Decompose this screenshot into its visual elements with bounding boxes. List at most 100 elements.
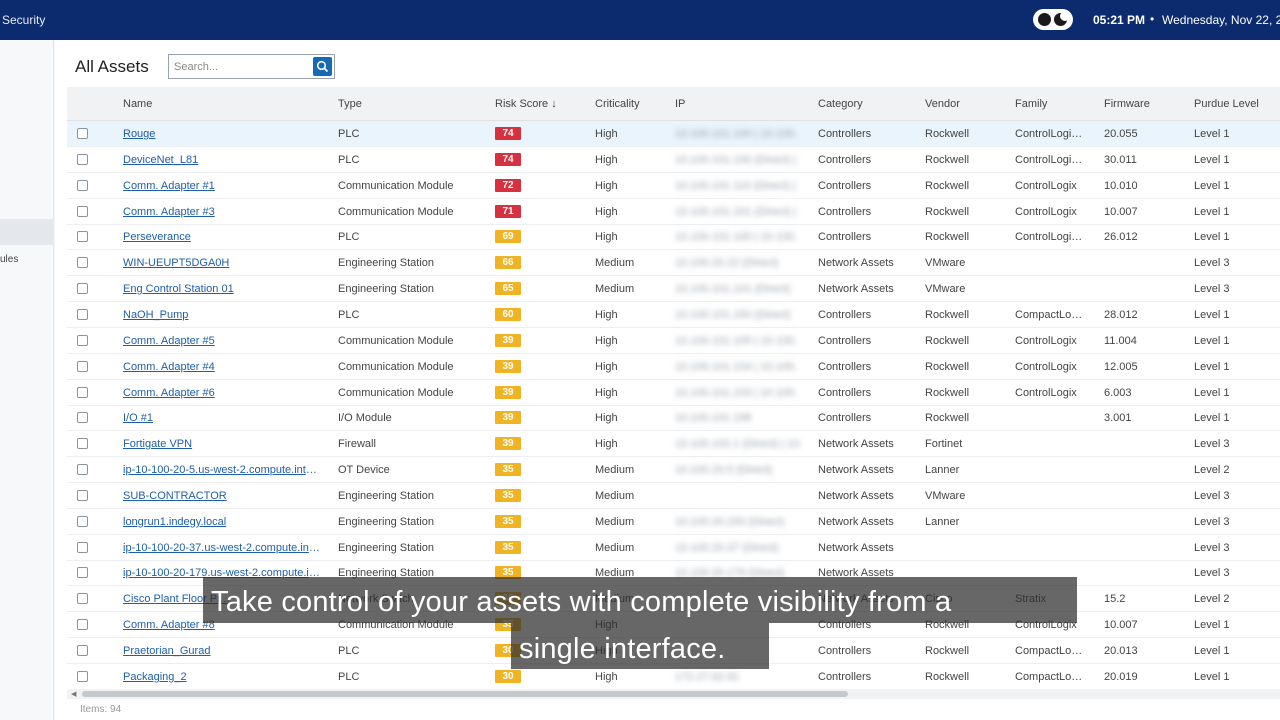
row-checkbox[interactable] <box>77 619 88 631</box>
asset-name-link[interactable]: Cisco Plant Floor Pr... <box>123 593 321 605</box>
column-header-category[interactable]: Category <box>818 98 863 110</box>
row-checkbox[interactable] <box>77 205 88 217</box>
search-button[interactable] <box>313 57 332 76</box>
asset-name-link[interactable]: Fortigate VPN <box>123 438 321 450</box>
row-checkbox[interactable] <box>77 541 88 553</box>
asset-name-link[interactable]: Comm. Adapter #4 <box>123 361 321 373</box>
column-header-risk-score[interactable]: Risk Score ↓ <box>495 98 557 110</box>
row-checkbox[interactable] <box>77 386 88 398</box>
row-checkbox[interactable] <box>77 334 88 346</box>
row-checkbox[interactable] <box>77 593 88 605</box>
table-row[interactable]: Perseverance PLC 69 High 10.100.101.100 | 10… <box>67 224 1280 251</box>
row-checkbox[interactable] <box>77 231 88 243</box>
table-row[interactable]: ip-10-100-20-179.us-west-2.compute.int..… <box>67 560 1280 587</box>
table-row[interactable]: Comm. Adapter #6 Communication Module 39 Hi… <box>67 380 1280 406</box>
row-checkbox[interactable] <box>77 128 88 139</box>
table-row[interactable]: Comm. Adapter #8 Communication Module 35 Hi… <box>67 612 1280 639</box>
theme-toggle[interactable] <box>1033 9 1073 30</box>
asset-name-link[interactable]: Praetorian_Gurad <box>123 645 321 657</box>
row-checkbox[interactable] <box>77 489 88 501</box>
asset-ip: 10.100.101.101 (Direct) <box>675 283 791 296</box>
horizontal-scrollbar[interactable]: ◀ <box>67 689 1280 699</box>
row-checkbox[interactable] <box>77 670 88 682</box>
table-row[interactable]: Cisco Plant Floor Pr... Network Switch 35 M… <box>67 586 1280 613</box>
row-checkbox[interactable] <box>77 308 88 320</box>
asset-type: OT Device <box>338 464 390 477</box>
table-row[interactable]: Comm. Adapter #4 Communication Module 39 Hi… <box>67 354 1280 380</box>
table-row[interactable]: Fortigate VPN Firewall 39 High 10.100.102.1 … <box>67 431 1280 458</box>
asset-name-link[interactable]: SUB-CONTRACTOR <box>123 490 321 502</box>
table-row[interactable]: WIN-UEUPT5DGA0H Engineering Station 66 Medi… <box>67 250 1280 277</box>
row-checkbox[interactable] <box>77 645 88 656</box>
table-row[interactable]: Eng Control Station 01 Engineering Statio… <box>67 276 1280 303</box>
asset-firmware: 20.019 <box>1104 670 1138 683</box>
row-checkbox[interactable] <box>77 360 88 372</box>
row-checkbox[interactable] <box>77 283 88 295</box>
risk-score-badge: 74 <box>495 127 521 140</box>
risk-score-badge: 30 <box>495 644 521 657</box>
row-checkbox[interactable] <box>77 179 88 191</box>
table-row[interactable]: Comm. Adapter #3 Communication Module 71 Hi… <box>67 199 1280 225</box>
sidebar-item-label[interactable]: ules <box>0 254 18 265</box>
asset-name-link[interactable]: Eng Control Station 01 <box>123 283 321 295</box>
asset-name-link[interactable]: ip-10-100-20-37.us-west-2.compute.inter.… <box>123 542 321 554</box>
asset-purdue-level: Level 3 <box>1194 283 1230 296</box>
asset-ip: 10.100.20.200 (Direct) <box>675 515 785 528</box>
asset-name-link[interactable]: I/O #1 <box>123 412 321 424</box>
toggle-knob-icon <box>1038 13 1051 26</box>
asset-name-link[interactable]: Perseverance <box>123 231 321 243</box>
asset-name-link[interactable]: DeviceNet_L81 <box>123 154 321 166</box>
row-checkbox[interactable] <box>77 412 88 424</box>
row-checkbox[interactable] <box>77 153 88 165</box>
table-row[interactable]: NaOH_Pump PLC 60 High 10.100.101.150 (Direct… <box>67 302 1280 328</box>
scrollbar-thumb[interactable] <box>82 691 848 697</box>
asset-name-link[interactable]: WIN-UEUPT5DGA0H <box>123 257 321 269</box>
table-row[interactable]: Comm. Adapter #5 Communication Module 39 Hi… <box>67 328 1280 354</box>
asset-criticality: High <box>595 386 618 399</box>
table-row[interactable]: ip-10-100-20-5.us-west-2.compute.inter..… <box>67 457 1280 484</box>
asset-name-link[interactable]: Comm. Adapter #6 <box>123 387 321 399</box>
column-header-family[interactable]: Family <box>1015 98 1047 110</box>
column-header-purdue-level[interactable]: Purdue Level <box>1194 98 1259 110</box>
table-row[interactable]: I/O #1 I/O Module 39 High 10.100.101.198 Cont… <box>67 405 1280 432</box>
table-row[interactable]: Rouge PLC 74 High 10.100.101.100 | 10.100. Co… <box>67 121 1280 147</box>
table-row[interactable]: Praetorian_Gurad PLC 30 High Controllers Rock… <box>67 638 1280 664</box>
asset-name-link[interactable]: Packaging_2 <box>123 671 321 683</box>
asset-purdue-level: Level 3 <box>1194 257 1230 270</box>
row-checkbox[interactable] <box>77 438 88 450</box>
table-row[interactable]: DeviceNet_L81 PLC 74 High 10.100.101.100 (Di… <box>67 147 1280 173</box>
column-header-vendor[interactable]: Vendor <box>925 98 960 110</box>
row-checkbox[interactable] <box>77 464 88 476</box>
scroll-left-icon[interactable]: ◀ <box>71 690 76 698</box>
column-header-name[interactable]: Name <box>123 98 152 110</box>
asset-category: Network Assets <box>818 283 894 296</box>
table-row[interactable]: Comm. Adapter #1 Communication Module 72 Hi… <box>67 173 1280 199</box>
asset-name-link[interactable]: NaOH_Pump <box>123 309 321 321</box>
asset-vendor: Rockwell <box>925 308 970 321</box>
column-header-ip[interactable]: IP <box>675 98 685 110</box>
asset-name-link[interactable]: Comm. Adapter #3 <box>123 206 321 218</box>
asset-firmware: 3.001 <box>1104 412 1132 425</box>
row-checkbox[interactable] <box>77 567 88 579</box>
sidebar-item-active[interactable] <box>0 219 54 245</box>
table-row[interactable]: longrun1.indegy.local Engineering Station… <box>67 509 1280 535</box>
asset-name-link[interactable]: longrun1.indegy.local <box>123 516 321 528</box>
asset-name-link[interactable]: Rouge <box>123 128 321 140</box>
asset-name-link[interactable]: ip-10-100-20-5.us-west-2.compute.inter..… <box>123 464 321 476</box>
row-checkbox[interactable] <box>77 257 88 269</box>
column-header-criticality[interactable]: Criticality <box>595 98 640 110</box>
asset-purdue-level: Level 3 <box>1194 567 1230 580</box>
table-row[interactable]: SUB-CONTRACTOR Engineering Station 35 Mediu… <box>67 483 1280 509</box>
column-header-type[interactable]: Type <box>338 98 362 110</box>
risk-score-badge: 39 <box>495 359 521 373</box>
search-input[interactable] <box>169 55 312 78</box>
column-header-firmware[interactable]: Firmware <box>1104 98 1150 110</box>
table-row[interactable]: Packaging_2 PLC 30 High 172.27.62.91 Controll… <box>67 664 1280 689</box>
asset-name-link[interactable]: Comm. Adapter #8 <box>123 619 321 631</box>
table-row[interactable]: ip-10-100-20-37.us-west-2.compute.inter.… <box>67 535 1280 561</box>
asset-name-link[interactable]: Comm. Adapter #5 <box>123 335 321 347</box>
row-checkbox[interactable] <box>77 515 88 527</box>
asset-name-link[interactable]: ip-10-100-20-179.us-west-2.compute.int..… <box>123 567 321 579</box>
asset-type: Communication Module <box>338 386 454 399</box>
asset-name-link[interactable]: Comm. Adapter #1 <box>123 180 321 192</box>
